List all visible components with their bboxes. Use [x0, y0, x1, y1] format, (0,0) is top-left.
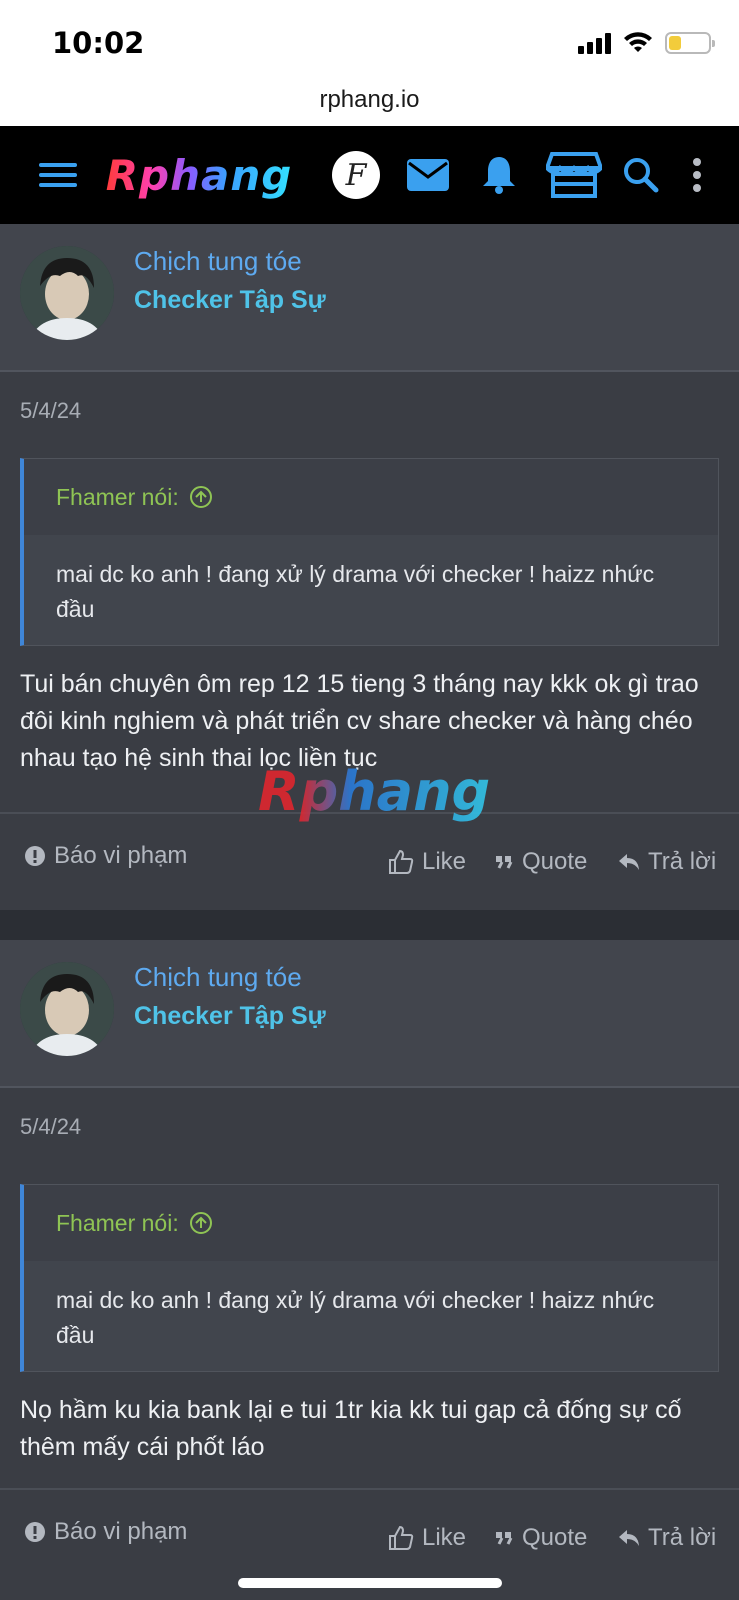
quote-author: Fhamer nói: [56, 483, 179, 510]
quote-text: mai dc ko anh ! đang xử lý drama với che… [56, 1287, 655, 1348]
quote-icon [496, 856, 513, 869]
like-label: Like [422, 1524, 467, 1551]
thumbs-up-icon [389, 849, 414, 874]
home-indicator[interactable] [238, 1578, 502, 1588]
quote-icon [496, 1532, 513, 1545]
more-button[interactable] [682, 126, 712, 224]
post-actions: Báo vi phạm Like Quote Trả lời [0, 812, 739, 908]
post-actions: Báo vi phạm Like Quote Trả lời [0, 1488, 739, 1584]
avatar[interactable] [20, 246, 114, 340]
battery-icon [665, 32, 715, 54]
watermark-logo: Rphang [258, 760, 491, 823]
search-button[interactable] [620, 126, 662, 224]
search-icon [624, 158, 659, 193]
url-text: rphang.io [319, 86, 420, 113]
quote-block: Fhamer nói: mai dc ko anh ! đang xử lý d… [20, 458, 719, 646]
status-time: 10:02 [52, 26, 145, 60]
username-link[interactable]: Chịch tung tóe [134, 962, 302, 993]
reply-button[interactable]: Trả lời [618, 848, 716, 876]
forum-badge-button[interactable]: F [330, 126, 382, 224]
quote-block: Fhamer nói: mai dc ko anh ! đang xử lý d… [20, 1184, 719, 1372]
like-button[interactable]: Like [388, 848, 466, 876]
bell-icon [483, 157, 515, 194]
user-title: Checker Tập Sự [134, 1002, 326, 1030]
more-vertical-icon [693, 158, 701, 192]
reply-icon [619, 1530, 639, 1546]
menu-icon [39, 163, 77, 187]
wifi-icon [624, 32, 652, 52]
username-link[interactable]: Chịch tung tóe [134, 246, 302, 277]
store-button[interactable] [544, 126, 604, 224]
quote-header[interactable]: Fhamer nói: [24, 1185, 718, 1261]
like-button[interactable]: Like [388, 1524, 466, 1552]
store-icon [546, 152, 602, 198]
report-label: Báo vi phạm [54, 1518, 188, 1545]
post-date[interactable]: 5/4/24 [20, 1114, 81, 1140]
report-button[interactable]: Báo vi phạm [24, 842, 187, 870]
notifications-button[interactable] [476, 126, 522, 224]
messages-button[interactable] [404, 126, 452, 224]
menu-button[interactable] [34, 126, 82, 224]
reply-label: Trả lời [648, 1524, 717, 1551]
status-bar: 10:02 [0, 0, 739, 80]
post-date[interactable]: 5/4/24 [20, 398, 81, 424]
avatar[interactable] [20, 962, 114, 1056]
alert-circle-icon [25, 1522, 45, 1542]
site-navbar: Rphang F [0, 126, 739, 224]
quote-label: Quote [522, 1524, 588, 1551]
logo-text: Rphang [105, 150, 293, 200]
arrow-up-circle-icon[interactable] [189, 1211, 213, 1235]
reply-button[interactable]: Trả lời [618, 1524, 716, 1552]
quote-author: Fhamer nói: [56, 1209, 179, 1236]
post: Chịch tung tóe Checker Tập Sự 5/4/24 Fha… [0, 940, 739, 1600]
post-message: Nọ hầm ku kia bank lại e tui 1tr kia kk … [20, 1396, 682, 1461]
quote-text: mai dc ko anh ! đang xử lý drama với che… [56, 561, 655, 622]
quote-label: Quote [522, 848, 588, 875]
reply-label: Trả lời [648, 848, 717, 875]
quote-header[interactable]: Fhamer nói: [24, 459, 718, 535]
like-label: Like [422, 848, 467, 875]
status-icons [578, 32, 715, 54]
mail-icon [407, 159, 449, 191]
report-label: Báo vi phạm [54, 842, 188, 869]
reply-icon [619, 854, 639, 870]
arrow-up-circle-icon[interactable] [189, 485, 213, 509]
report-button[interactable]: Báo vi phạm [24, 1518, 187, 1546]
post-separator [0, 910, 739, 940]
post-user-block: Chịch tung tóe Checker Tập Sự [0, 940, 739, 1088]
forum-badge-icon: F [332, 151, 380, 199]
cellular-signal-icon [578, 32, 611, 54]
address-bar[interactable]: rphang.io [0, 80, 739, 126]
alert-circle-icon [25, 846, 45, 866]
site-logo[interactable]: Rphang [106, 126, 292, 224]
quote-button[interactable]: Quote [494, 848, 587, 876]
thumbs-up-icon [389, 1525, 414, 1550]
quote-button[interactable]: Quote [494, 1524, 587, 1552]
user-title: Checker Tập Sự [134, 286, 326, 314]
post-user-block: Chịch tung tóe Checker Tập Sự [0, 224, 739, 372]
